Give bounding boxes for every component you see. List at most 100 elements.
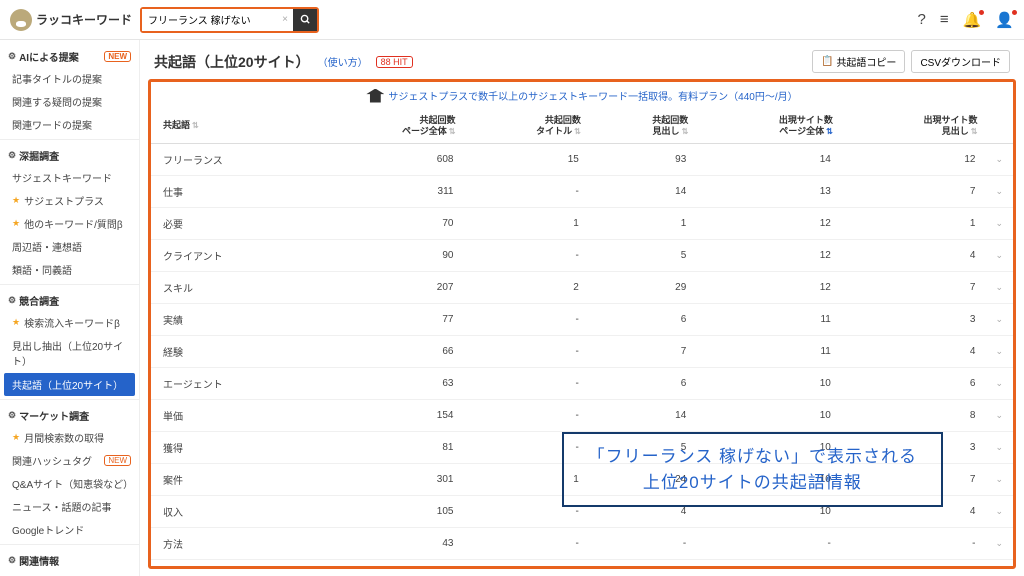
cell: 14 xyxy=(589,399,696,431)
cell: 12 xyxy=(696,271,841,303)
cell: 77 xyxy=(320,303,464,335)
cell: 154 xyxy=(320,399,464,431)
expand-icon[interactable]: ⌄ xyxy=(985,143,1013,175)
cell: 1 xyxy=(463,207,588,239)
cell: エージェント xyxy=(151,367,320,399)
nav-item-g1-2[interactable]: 関連ワードの提案 xyxy=(0,113,139,136)
nav-item-g4-4[interactable]: Googleトレンド xyxy=(0,518,139,541)
cell: 実績 xyxy=(151,303,320,335)
bell-icon[interactable]: 🔔 xyxy=(963,11,982,29)
expand-icon[interactable]: ⌄ xyxy=(985,335,1013,367)
nav-item-g2-4[interactable]: 類語・同義語 xyxy=(0,258,139,281)
cell: 2 xyxy=(463,271,588,303)
table-row: 経験66-7114⌄ xyxy=(151,335,1013,367)
cell: 経験 xyxy=(151,335,320,367)
cell: - xyxy=(463,399,588,431)
howto-link[interactable]: （使い方） xyxy=(318,54,368,69)
expand-icon[interactable]: ⌄ xyxy=(985,463,1013,495)
user-icon[interactable]: 👤 xyxy=(995,11,1014,29)
cell: 14 xyxy=(589,175,696,207)
table-row: フリーランス60815931412⌄ xyxy=(151,143,1013,175)
table-row: 仕事311-14137⌄ xyxy=(151,175,1013,207)
nav-item-g2-0[interactable]: サジェストキーワード xyxy=(0,166,139,189)
nav-item-g4-0[interactable]: ★月間検索数の取得 xyxy=(0,426,139,449)
table-row: スキル207229127⌄ xyxy=(151,271,1013,303)
table-row: 方法43----⌄ xyxy=(151,527,1013,559)
nav-item-g4-3[interactable]: ニュース・話題の記事 xyxy=(0,495,139,518)
expand-icon[interactable]: ⌄ xyxy=(985,367,1013,399)
nav-group-g2: ⚙ 深掘調査 xyxy=(0,143,139,166)
cell: 4 xyxy=(841,239,986,271)
promo-line[interactable]: サジェストプラスで数千以上のサジェストキーワード一括取得。有料プラン（440円～… xyxy=(151,82,1013,109)
table-row: 単価154-14108⌄ xyxy=(151,399,1013,431)
expand-icon[interactable]: ⌄ xyxy=(985,495,1013,527)
expand-icon[interactable]: ⌄ xyxy=(985,431,1013,463)
expand-icon[interactable]: ⌄ xyxy=(985,207,1013,239)
expand-icon[interactable]: ⌄ xyxy=(985,175,1013,207)
nav-item-g2-1[interactable]: ★サジェストプラス xyxy=(0,189,139,212)
cell: 7 xyxy=(841,271,986,303)
table-row: 必要7011121⌄ xyxy=(151,207,1013,239)
cell: 301 xyxy=(320,463,464,495)
hit-badge: 88 HIT xyxy=(376,56,413,68)
cell: - xyxy=(463,303,588,335)
cell: 60 xyxy=(320,559,464,569)
nav-item-g3-2[interactable]: 共起語（上位20サイト） xyxy=(4,373,135,396)
nav-item-g2-3[interactable]: 周辺語・連想語 xyxy=(0,235,139,258)
expand-icon[interactable]: ⌄ xyxy=(985,239,1013,271)
nav-item-g3-1[interactable]: 見出し抽出（上位20サイト） xyxy=(0,334,139,372)
table-row: エージェント63-6106⌄ xyxy=(151,367,1013,399)
table-row: 解説6065105⌄ xyxy=(151,559,1013,569)
menu-icon[interactable]: ≡ xyxy=(940,11,949,28)
col-header-6[interactable] xyxy=(985,109,1013,143)
cell: 5 xyxy=(589,239,696,271)
nav-item-g3-0[interactable]: ★検索流入キーワードβ xyxy=(0,311,139,334)
nav-item-g1-1[interactable]: 関連する疑問の提案 xyxy=(0,90,139,113)
col-header-4[interactable]: 出現サイト数ページ全体⇅ xyxy=(696,109,841,143)
expand-icon[interactable]: ⌄ xyxy=(985,559,1013,569)
cell: - xyxy=(463,239,588,271)
cell: 11 xyxy=(696,335,841,367)
cell: 1 xyxy=(589,207,696,239)
cell: 5 xyxy=(841,559,986,569)
expand-icon[interactable]: ⌄ xyxy=(985,271,1013,303)
app-name: ラッコキーワード xyxy=(36,11,132,28)
copy-button[interactable]: 📋 共起語コピー xyxy=(812,50,905,73)
cell: 29 xyxy=(589,271,696,303)
cell: 7 xyxy=(589,335,696,367)
nav-item-g5-0[interactable]: サイト売買案件2 xyxy=(0,571,139,576)
topbar: ラッコキーワード × ? ≡ 🔔 👤 xyxy=(0,0,1024,40)
nav-item-g2-2[interactable]: ★他のキーワード/質問β xyxy=(0,212,139,235)
help-icon[interactable]: ? xyxy=(918,11,926,28)
cell: 66 xyxy=(320,335,464,367)
clear-icon[interactable]: × xyxy=(277,14,293,25)
csv-button[interactable]: CSVダウンロード xyxy=(911,50,1010,73)
expand-icon[interactable]: ⌄ xyxy=(985,303,1013,335)
nav-group-g1: ⚙ AIによる提案NEW xyxy=(0,44,139,67)
cell: 207 xyxy=(320,271,464,303)
search-icon xyxy=(300,14,311,25)
cell: 14 xyxy=(696,143,841,175)
cell: 6 xyxy=(841,367,986,399)
search-button[interactable] xyxy=(293,9,317,31)
cell: 43 xyxy=(320,527,464,559)
nav-item-g4-2[interactable]: Q&Aサイト（知恵袋など） xyxy=(0,472,139,495)
cell: 必要 xyxy=(151,207,320,239)
nav-group-g5: ⚙ 関連情報 xyxy=(0,548,139,571)
cell: - xyxy=(841,527,986,559)
nav-item-g1-0[interactable]: 記事タイトルの提案 xyxy=(0,67,139,90)
col-header-3[interactable]: 共起回数見出し⇅ xyxy=(589,109,696,143)
search-box: × xyxy=(140,7,319,33)
nav-item-g4-1[interactable]: 関連ハッシュタグNEW xyxy=(0,449,139,472)
cell: 10 xyxy=(696,559,841,569)
col-header-1[interactable]: 共起回数ページ全体⇅ xyxy=(320,109,464,143)
search-input[interactable] xyxy=(142,9,277,31)
cell: 7 xyxy=(841,175,986,207)
col-header-2[interactable]: 共起回数タイトル⇅ xyxy=(463,109,588,143)
app-logo[interactable]: ラッコキーワード xyxy=(10,9,140,31)
col-header-5[interactable]: 出現サイト数見出し⇅ xyxy=(841,109,986,143)
col-header-0[interactable]: 共起語⇅ xyxy=(151,109,320,143)
cell: 12 xyxy=(696,239,841,271)
expand-icon[interactable]: ⌄ xyxy=(985,527,1013,559)
expand-icon[interactable]: ⌄ xyxy=(985,399,1013,431)
